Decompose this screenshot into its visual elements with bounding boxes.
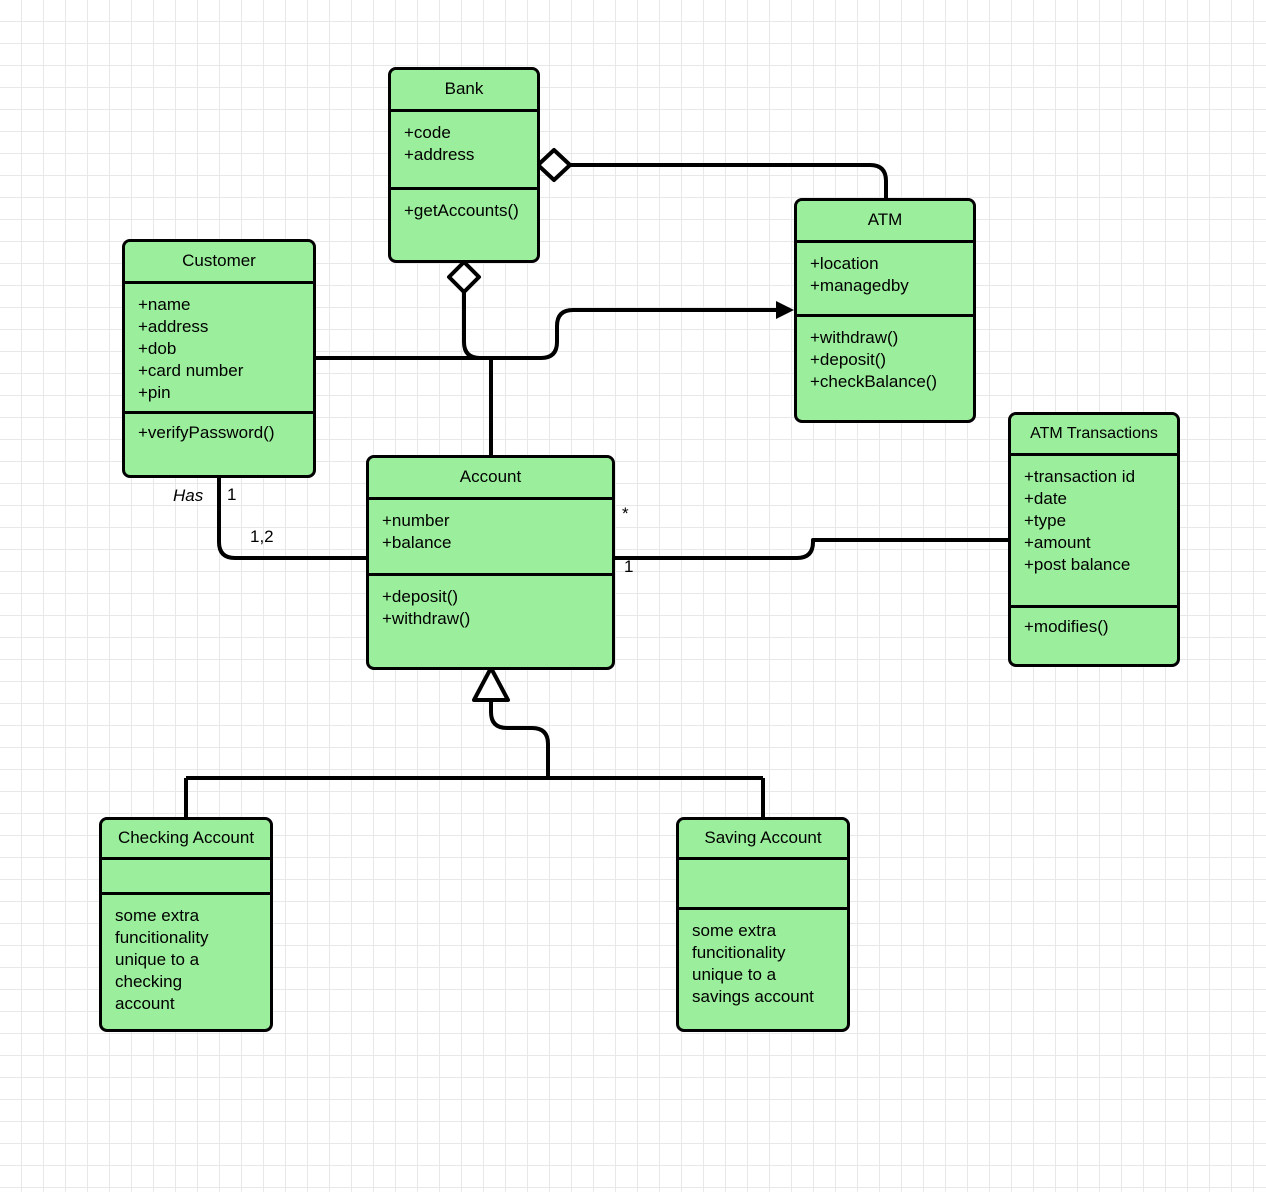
class-name-customer: Customer: [125, 242, 313, 282]
class-attributes-saving-account: [679, 857, 847, 908]
arrowhead-customer-atm: [776, 301, 794, 319]
class-attributes-atm: +location +managedby: [797, 240, 973, 315]
class-name-saving-account: Saving Account: [679, 820, 847, 858]
class-box-atm-transactions[interactable]: ATM Transactions +transaction id +date +…: [1008, 412, 1180, 667]
class-name-checking-account: Checking Account: [102, 820, 270, 858]
diagram-canvas: Bank +code +address +getAccounts() Custo…: [0, 0, 1266, 1192]
class-methods-customer: +verifyPassword(): [125, 411, 313, 453]
class-name-atm: ATM: [797, 201, 973, 241]
class-name-account: Account: [369, 458, 612, 498]
class-attributes-atm-transactions: +transaction id +date +type +amount +pos…: [1011, 453, 1177, 606]
class-methods-saving-account: some extra funcitionality unique to a sa…: [679, 907, 847, 1019]
edge-bank-atm: [570, 163, 888, 199]
edge-customer-account: [217, 478, 367, 560]
aggregation-diamond-bank-account: [447, 260, 481, 294]
edge-label-account-multiplicity-star: *: [622, 504, 629, 523]
class-methods-checking-account: some extra funcitionality unique to a ch…: [102, 892, 270, 1026]
edge-account-atmtransactions: [615, 538, 1009, 560]
class-methods-atm: +withdraw() +deposit() +checkBalance(): [797, 314, 973, 404]
edge-label-account-multiplicity-one: 1: [624, 557, 634, 576]
class-box-checking-account[interactable]: Checking Account some extra funcitionali…: [99, 817, 273, 1032]
class-methods-bank: +getAccounts(): [391, 187, 537, 233]
class-box-atm[interactable]: ATM +location +managedby +withdraw() +de…: [794, 198, 976, 423]
class-attributes-bank: +code +address: [391, 109, 537, 188]
class-methods-account: +deposit() +withdraw(): [369, 573, 612, 641]
generalization-triangle: [472, 666, 510, 702]
class-attributes-checking-account: [102, 857, 270, 893]
class-attributes-account: +number +balance: [369, 497, 612, 574]
edge-label-account-multiplicity-one-two: 1,2: [250, 527, 274, 546]
edge-generalization-trunk: [489, 700, 550, 778]
edge-customer-atm: [316, 308, 784, 360]
class-box-saving-account[interactable]: Saving Account some extra funcitionality…: [676, 817, 850, 1032]
aggregation-diamond-bank-atm: [536, 148, 572, 182]
class-attributes-customer: +name +address +dob +card number +pin: [125, 281, 313, 412]
class-name-bank: Bank: [391, 70, 537, 110]
class-methods-atm-transactions: +modifies(): [1011, 605, 1177, 647]
class-box-customer[interactable]: Customer +name +address +dob +card numbe…: [122, 239, 316, 478]
class-box-account[interactable]: Account +number +balance +deposit() +wit…: [366, 455, 615, 670]
class-box-bank[interactable]: Bank +code +address +getAccounts(): [388, 67, 540, 263]
class-name-atm-transactions: ATM Transactions: [1011, 415, 1177, 454]
edge-bank-account: [462, 293, 493, 456]
edge-label-customer-multiplicity: 1: [227, 485, 237, 504]
edge-label-has: Has: [173, 486, 204, 505]
